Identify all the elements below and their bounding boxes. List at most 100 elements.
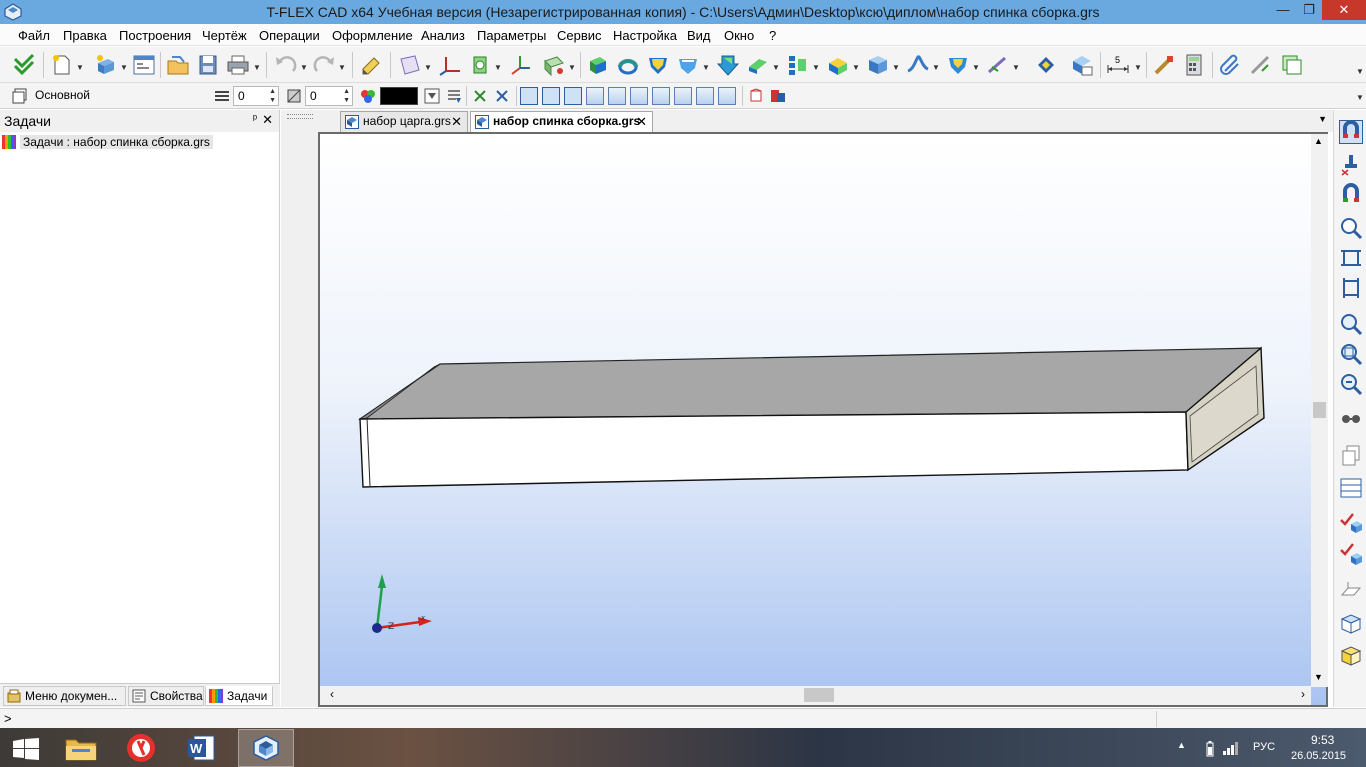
vertical-scrollbar[interactable]: ▲ ▼	[1311, 134, 1328, 687]
scroll-thumb[interactable]	[1313, 402, 1326, 418]
check-multi-cube-icon[interactable]	[1339, 542, 1363, 566]
snap-filter-1-icon[interactable]	[520, 87, 538, 105]
color-swatch[interactable]	[380, 87, 418, 105]
dimension-icon[interactable]: 5	[1106, 53, 1130, 77]
level-input[interactable]: 0 ▲ ▼	[305, 86, 353, 106]
palette-icon[interactable]	[360, 88, 376, 104]
word-button[interactable]: W	[174, 729, 230, 767]
tab-close-icon[interactable]: ✕	[451, 112, 462, 131]
clock-time[interactable]: 9:53	[1311, 733, 1334, 747]
box-front-face[interactable]	[359, 411, 1189, 488]
redo-icon[interactable]	[312, 53, 336, 77]
snap-filter-8-icon[interactable]	[674, 87, 692, 105]
menu-parameters[interactable]: Параметры	[477, 28, 546, 43]
hscroll-thumb[interactable]	[804, 688, 834, 702]
undo-icon[interactable]	[274, 53, 298, 77]
fit-view-icon[interactable]	[1339, 246, 1363, 270]
3d-viewport[interactable]: Z x	[318, 132, 1328, 707]
file-explorer-button[interactable]	[54, 729, 110, 767]
print-icon[interactable]	[226, 53, 250, 77]
panel-close-icon[interactable]: ✕	[262, 112, 273, 128]
pin-object-icon[interactable]	[1339, 152, 1363, 176]
clock-date[interactable]: 26.05.2015	[1291, 750, 1346, 762]
layer-input[interactable]: 0 ▲ ▼	[233, 86, 279, 106]
tab-document-spinka[interactable]: набор спинка сборка.grs ✕	[470, 111, 653, 132]
mirror-body-icon[interactable]	[826, 53, 850, 77]
menu-analysis[interactable]: Анализ	[421, 28, 465, 43]
menu-drawing[interactable]: Чертёж	[202, 28, 247, 43]
pages-icon[interactable]	[1339, 444, 1363, 468]
body-cube-icon[interactable]	[866, 53, 890, 77]
grid-icon[interactable]	[1339, 476, 1363, 500]
menu-operations[interactable]: Операции	[259, 28, 320, 43]
3d-node-icon[interactable]	[542, 53, 566, 77]
close-button[interactable]: ✕	[1322, 0, 1366, 20]
glasses-icon[interactable]	[1339, 406, 1363, 430]
sheet-metal-icon[interactable]	[946, 53, 970, 77]
snap-deselect-icon[interactable]	[494, 88, 510, 104]
view-name[interactable]: Основной	[35, 88, 90, 102]
new-3d-model-icon[interactable]	[94, 53, 118, 77]
snap-filter-3-icon[interactable]	[564, 87, 582, 105]
sketch-pencil-icon[interactable]	[360, 53, 384, 77]
shell-icon[interactable]	[716, 53, 740, 77]
scroll-left-icon[interactable]: ‹	[330, 687, 334, 701]
snap-filter-10-icon[interactable]	[718, 87, 736, 105]
link-tool-icon[interactable]	[1248, 53, 1272, 77]
lcs-axes-icon[interactable]	[508, 53, 532, 77]
level-icon[interactable]	[286, 88, 302, 104]
filter-dropdown-icon[interactable]	[424, 88, 440, 104]
zoom-window-icon[interactable]	[1339, 216, 1363, 240]
extrusion-icon[interactable]	[586, 53, 610, 77]
tabs-menu-icon[interactable]: ▼	[1318, 114, 1327, 124]
menu-help[interactable]: ?	[769, 28, 776, 43]
new-document-icon[interactable]	[50, 53, 74, 77]
tab-document-menu[interactable]: Меню докумен...	[3, 686, 126, 706]
menu-settings[interactable]: Настройка	[613, 28, 677, 43]
measure-tool-icon[interactable]	[1152, 53, 1176, 77]
smoothing-icon[interactable]	[676, 53, 700, 77]
layers-icon[interactable]	[214, 88, 230, 104]
zoom-out-icon[interactable]	[1339, 342, 1363, 366]
menu-window[interactable]: Окно	[724, 28, 754, 43]
zoom-previous-icon[interactable]	[1339, 372, 1363, 396]
battery-icon[interactable]	[1204, 741, 1216, 757]
surface-icon[interactable]	[906, 53, 930, 77]
language-indicator[interactable]: РУС	[1253, 741, 1275, 753]
menu-service[interactable]: Сервис	[557, 28, 602, 43]
maximize-button[interactable]: ❐	[1296, 0, 1322, 20]
menu-edit[interactable]: Правка	[63, 28, 107, 43]
wireframe-cube-icon[interactable]	[1339, 612, 1363, 636]
menu-construct[interactable]: Построения	[119, 28, 191, 43]
loft-icon[interactable]	[746, 53, 770, 77]
dock-splitter[interactable]	[281, 110, 318, 707]
fit-all-icon[interactable]	[1339, 276, 1363, 300]
snap-select-icon[interactable]	[472, 88, 488, 104]
windows-cascade-icon[interactable]	[1280, 53, 1304, 77]
snap-filter-5-icon[interactable]	[608, 87, 626, 105]
yandex-browser-button[interactable]	[114, 729, 170, 767]
select-mode-icon[interactable]	[748, 88, 764, 104]
check-cube-icon[interactable]	[1339, 510, 1363, 534]
document-window-icon[interactable]	[132, 53, 156, 77]
box-top-face[interactable]	[358, 347, 1262, 420]
rotation-icon[interactable]	[616, 53, 640, 77]
tab-close-icon[interactable]: ✕	[636, 112, 647, 131]
start-button[interactable]	[0, 729, 56, 767]
menu-file[interactable]: Файл	[18, 28, 50, 43]
magnet-snap-icon[interactable]	[1339, 120, 1363, 144]
assembly-icon[interactable]	[1034, 53, 1058, 77]
zoom-in-icon[interactable]	[1339, 312, 1363, 336]
menu-design[interactable]: Оформление	[332, 28, 413, 43]
boolean-shield-icon[interactable]	[646, 53, 670, 77]
workplane-icon[interactable]	[398, 53, 422, 77]
pin-icon[interactable]: ᵖ	[253, 113, 257, 125]
minimize-button[interactable]: —	[1270, 0, 1296, 20]
open-icon[interactable]	[166, 53, 190, 77]
save-icon[interactable]	[196, 53, 220, 77]
plane-view-icon[interactable]	[1339, 578, 1363, 602]
curve-3d-icon[interactable]	[986, 53, 1010, 77]
menu-view[interactable]: Вид	[687, 28, 711, 43]
snap-filter-2-icon[interactable]	[542, 87, 560, 105]
array-icon[interactable]	[786, 53, 810, 77]
